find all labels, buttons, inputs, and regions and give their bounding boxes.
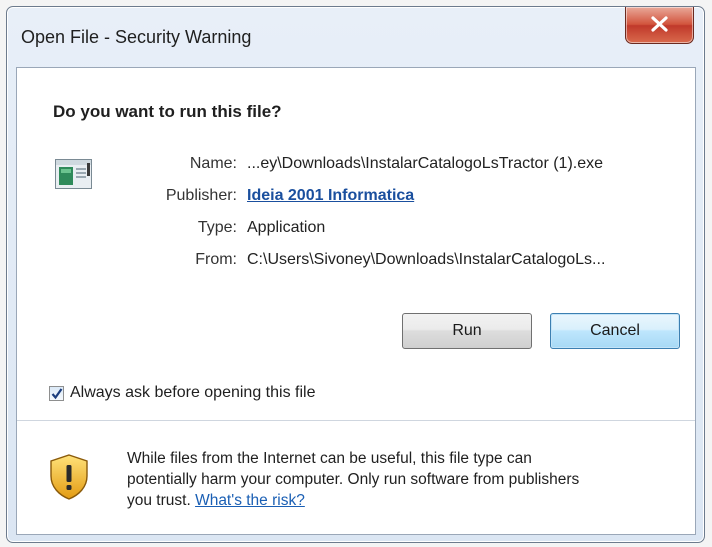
title-bar[interactable]: Open File - Security Warning: [7, 7, 704, 67]
publisher-label: Publisher:: [165, 187, 237, 204]
type-row: Type: Application: [37, 214, 697, 246]
publisher-link[interactable]: Ideia 2001 Informatica: [247, 187, 414, 205]
type-value: Application: [247, 219, 326, 236]
security-warning-dialog: Open File - Security Warning Do you want…: [6, 6, 705, 543]
publisher-row: Publisher: Ideia 2001 Informatica: [37, 182, 697, 214]
warning-line-2: potentially harm your computer. Only run…: [127, 471, 580, 488]
name-value: ...ey\Downloads\InstalarCatalogoLsTracto…: [247, 155, 604, 172]
dialog-heading: Do you want to run this file?: [53, 102, 282, 121]
from-label: From:: [195, 251, 237, 268]
cancel-button[interactable]: Cancel: [550, 313, 680, 349]
run-button[interactable]: Run: [402, 313, 532, 349]
warning-line-3: you trust. What's the risk?: [127, 490, 667, 511]
type-label: Type:: [197, 219, 237, 236]
file-info: Name: ...ey\Downloads\InstalarCatalogoLs…: [37, 150, 697, 278]
always-ask-option: Always ask before opening this file: [49, 382, 315, 404]
close-button[interactable]: [625, 7, 694, 44]
name-row: Name: ...ey\Downloads\InstalarCatalogoLs…: [37, 150, 697, 182]
warning-text: While files from the Internet can be use…: [127, 448, 667, 511]
shield-warning-icon: [50, 454, 88, 500]
check-icon: [51, 387, 63, 399]
whats-the-risk-link[interactable]: What's the risk?: [195, 492, 305, 509]
warning-line-1: While files from the Internet can be use…: [127, 450, 532, 467]
warning-section: While files from the Internet can be use…: [17, 420, 695, 534]
warning-line-3-text: you trust.: [127, 492, 191, 509]
window-title: Open File - Security Warning: [21, 27, 252, 47]
name-label: Name:: [189, 155, 237, 172]
close-icon: [651, 16, 668, 32]
always-ask-checkbox[interactable]: [49, 385, 64, 401]
dialog-body: Do you want to run this file? Name: ...e…: [16, 67, 696, 535]
from-row: From: C:\Users\Sivoney\Downloads\Instala…: [37, 246, 697, 278]
from-value: C:\Users\Sivoney\Downloads\InstalarCatal…: [247, 251, 606, 268]
always-ask-label[interactable]: Always ask before opening this file: [70, 384, 315, 402]
